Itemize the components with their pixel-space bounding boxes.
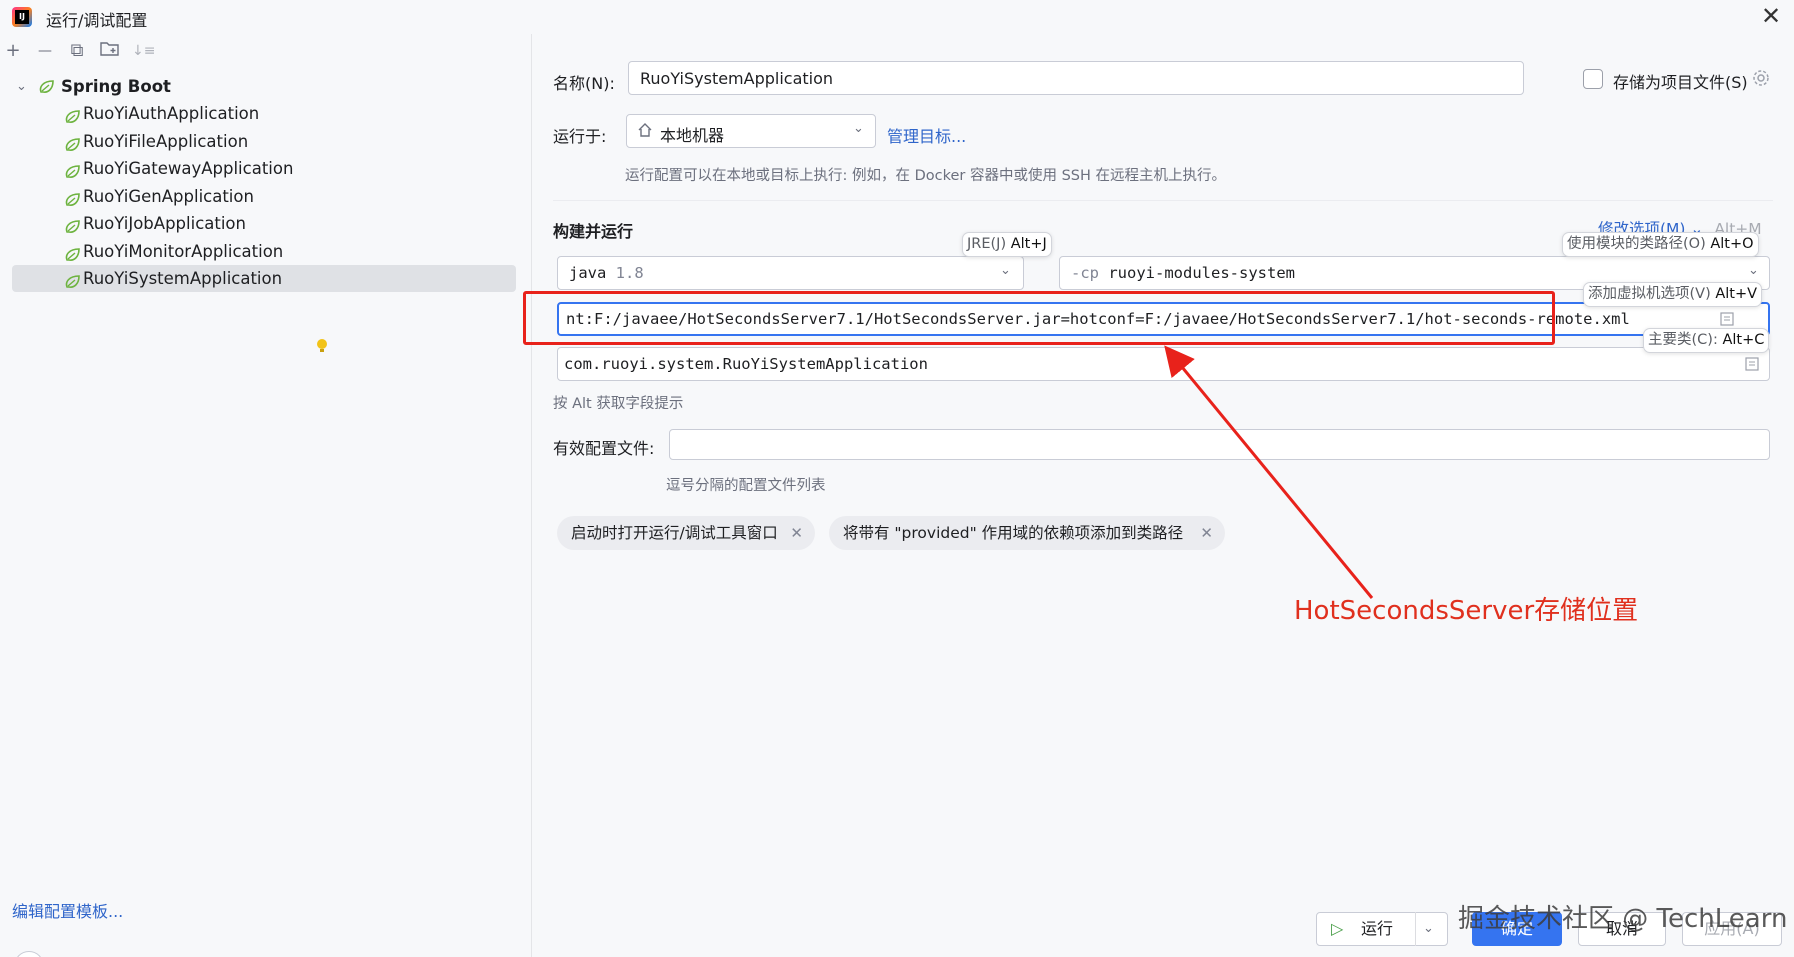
spring-boot-run-icon: [64, 189, 82, 206]
tree-item-label: RuoYiGatewayApplication: [83, 159, 294, 178]
profiles-input[interactable]: [669, 429, 1770, 460]
close-icon[interactable]: ✕: [1758, 3, 1784, 29]
intellij-logo-icon: IJ: [12, 7, 32, 27]
spring-boot-run-icon: [64, 271, 82, 288]
run-on-hint: 运行配置可以在本地或目标上执行: 例如，在 Docker 容器中或使用 SSH …: [625, 168, 1227, 184]
tree-item-ruoyisystemapplication[interactable]: RuoYiSystemApplication: [12, 265, 516, 292]
run-button[interactable]: ▷ 运行 ⌄: [1316, 912, 1448, 946]
spring-boot-run-icon: [64, 161, 82, 178]
chevron-down-icon[interactable]: ⌄: [16, 73, 27, 100]
title-bar: IJ 运行/调试配置 ✕: [0, 0, 1794, 34]
remove-chip-icon[interactable]: ✕: [1200, 516, 1213, 550]
profiles-hint: 逗号分隔的配置文件列表: [666, 478, 826, 494]
main-class-input[interactable]: com.ruoyi.system.RuoYiSystemApplication: [557, 347, 1770, 381]
tree-item-ruoyifileapplication[interactable]: RuoYiFileApplication: [12, 128, 516, 155]
help-icon[interactable]: ?: [14, 951, 44, 957]
spring-boot-run-icon: [64, 244, 82, 261]
run-on-select[interactable]: 本地机器 ⌄: [626, 114, 876, 148]
tree-item-ruoyimonitorapplication[interactable]: RuoYiMonitorApplication: [12, 238, 516, 265]
option-chip[interactable]: 将带有 "provided" 作用域的依赖项添加到类路径 ✕: [829, 516, 1225, 550]
tree-item-label: RuoYiJobApplication: [83, 214, 246, 233]
tooltip-module-classpath: 使用模块的类路径(O) Alt+O: [1562, 232, 1759, 257]
tree-item-label: RuoYiMonitorApplication: [83, 241, 284, 261]
profiles-label: 有效配置文件:: [553, 439, 655, 458]
chevron-down-icon: ⌄: [1748, 263, 1759, 278]
store-as-file-checkbox[interactable]: [1583, 69, 1603, 89]
option-chip[interactable]: 启动时打开运行/调试工具窗口 ✕: [557, 516, 815, 550]
window-title: 运行/调试配置: [46, 11, 148, 30]
annotation-highlight-box: [523, 291, 1555, 345]
new-folder-icon[interactable]: [99, 40, 121, 62]
spring-boot-run-icon: [64, 106, 82, 123]
spring-boot-run-icon: [64, 134, 82, 151]
annotation-label: HotSecondsServer存储位置: [1294, 596, 1639, 626]
tooltip-vm-options: 添加虚拟机选项(V) Alt+V: [1583, 282, 1763, 307]
name-label: 名称(N):: [553, 74, 615, 93]
config-tree-panel: + — ⧉ ↓≡ ⌄ Spring Boot 编辑配置模板... ? RuoYi…: [0, 34, 532, 957]
tree-item-ruoyigatewayapplication[interactable]: RuoYiGatewayApplication: [12, 155, 516, 182]
chevron-down-icon: ⌄: [853, 121, 864, 136]
chevron-down-icon[interactable]: ⌄: [1423, 913, 1434, 945]
chevron-down-icon: ⌄: [1000, 263, 1011, 278]
config-form-panel: 名称(N): RuoYiSystemApplication 存储为项目文件(S)…: [533, 34, 1794, 957]
manage-targets-link[interactable]: 管理目标...: [887, 123, 966, 147]
watermark: 掘金技术社区 @ TechLearn: [1458, 904, 1788, 934]
browse-icon[interactable]: [1744, 356, 1760, 376]
name-input[interactable]: RuoYiSystemApplication: [628, 61, 1524, 95]
alt-hint: 按 Alt 获取字段提示: [553, 396, 684, 412]
tree-item-label: RuoYiAuthApplication: [83, 104, 260, 123]
jre-select[interactable]: java 1.8 ⌄: [557, 256, 1024, 290]
tree-item-ruoyiauthapplication[interactable]: RuoYiAuthApplication: [12, 100, 516, 127]
spring-boot-run-icon: [64, 216, 82, 233]
tree-item-ruoyijobapplication[interactable]: RuoYiJobApplication: [12, 210, 516, 237]
sort-icon[interactable]: ↓≡: [132, 40, 155, 62]
play-icon: ▷: [1331, 919, 1344, 938]
lightbulb-icon[interactable]: [316, 338, 328, 354]
tree-item-ruoyigenapplication[interactable]: RuoYiGenApplication: [12, 183, 516, 210]
tree-item-label: RuoYiFileApplication: [83, 131, 249, 151]
option-chip-label: 启动时打开运行/调试工具窗口: [571, 524, 778, 542]
tree-group-spring-boot[interactable]: ⌄ Spring Boot: [12, 73, 516, 100]
edit-templates-link[interactable]: 编辑配置模板...: [12, 898, 123, 922]
option-chip-label: 将带有 "provided" 作用域的依赖项添加到类路径: [843, 524, 1184, 542]
tree-item-label: RuoYiGenApplication: [83, 186, 254, 206]
tree-group-label: Spring Boot: [61, 77, 171, 96]
remove-icon[interactable]: —: [34, 40, 56, 62]
divider: [553, 200, 1773, 201]
spring-boot-icon: [39, 80, 54, 93]
expand-icon[interactable]: [1719, 311, 1737, 327]
remove-chip-icon[interactable]: ✕: [790, 516, 803, 550]
gear-icon[interactable]: [1751, 68, 1771, 88]
add-icon[interactable]: +: [2, 40, 24, 62]
tree-item-label: RuoYiSystemApplication: [83, 269, 283, 288]
run-on-label: 运行于:: [553, 127, 607, 146]
home-icon: [637, 122, 653, 142]
section-title: 构建并运行: [553, 222, 634, 241]
tooltip-main-class: 主要类(C): Alt+C: [1643, 328, 1770, 353]
copy-icon[interactable]: ⧉: [66, 40, 88, 62]
tooltip-jre: JRE(J) Alt+J: [962, 232, 1052, 257]
store-as-file-label: 存储为项目文件(S): [1613, 73, 1748, 92]
